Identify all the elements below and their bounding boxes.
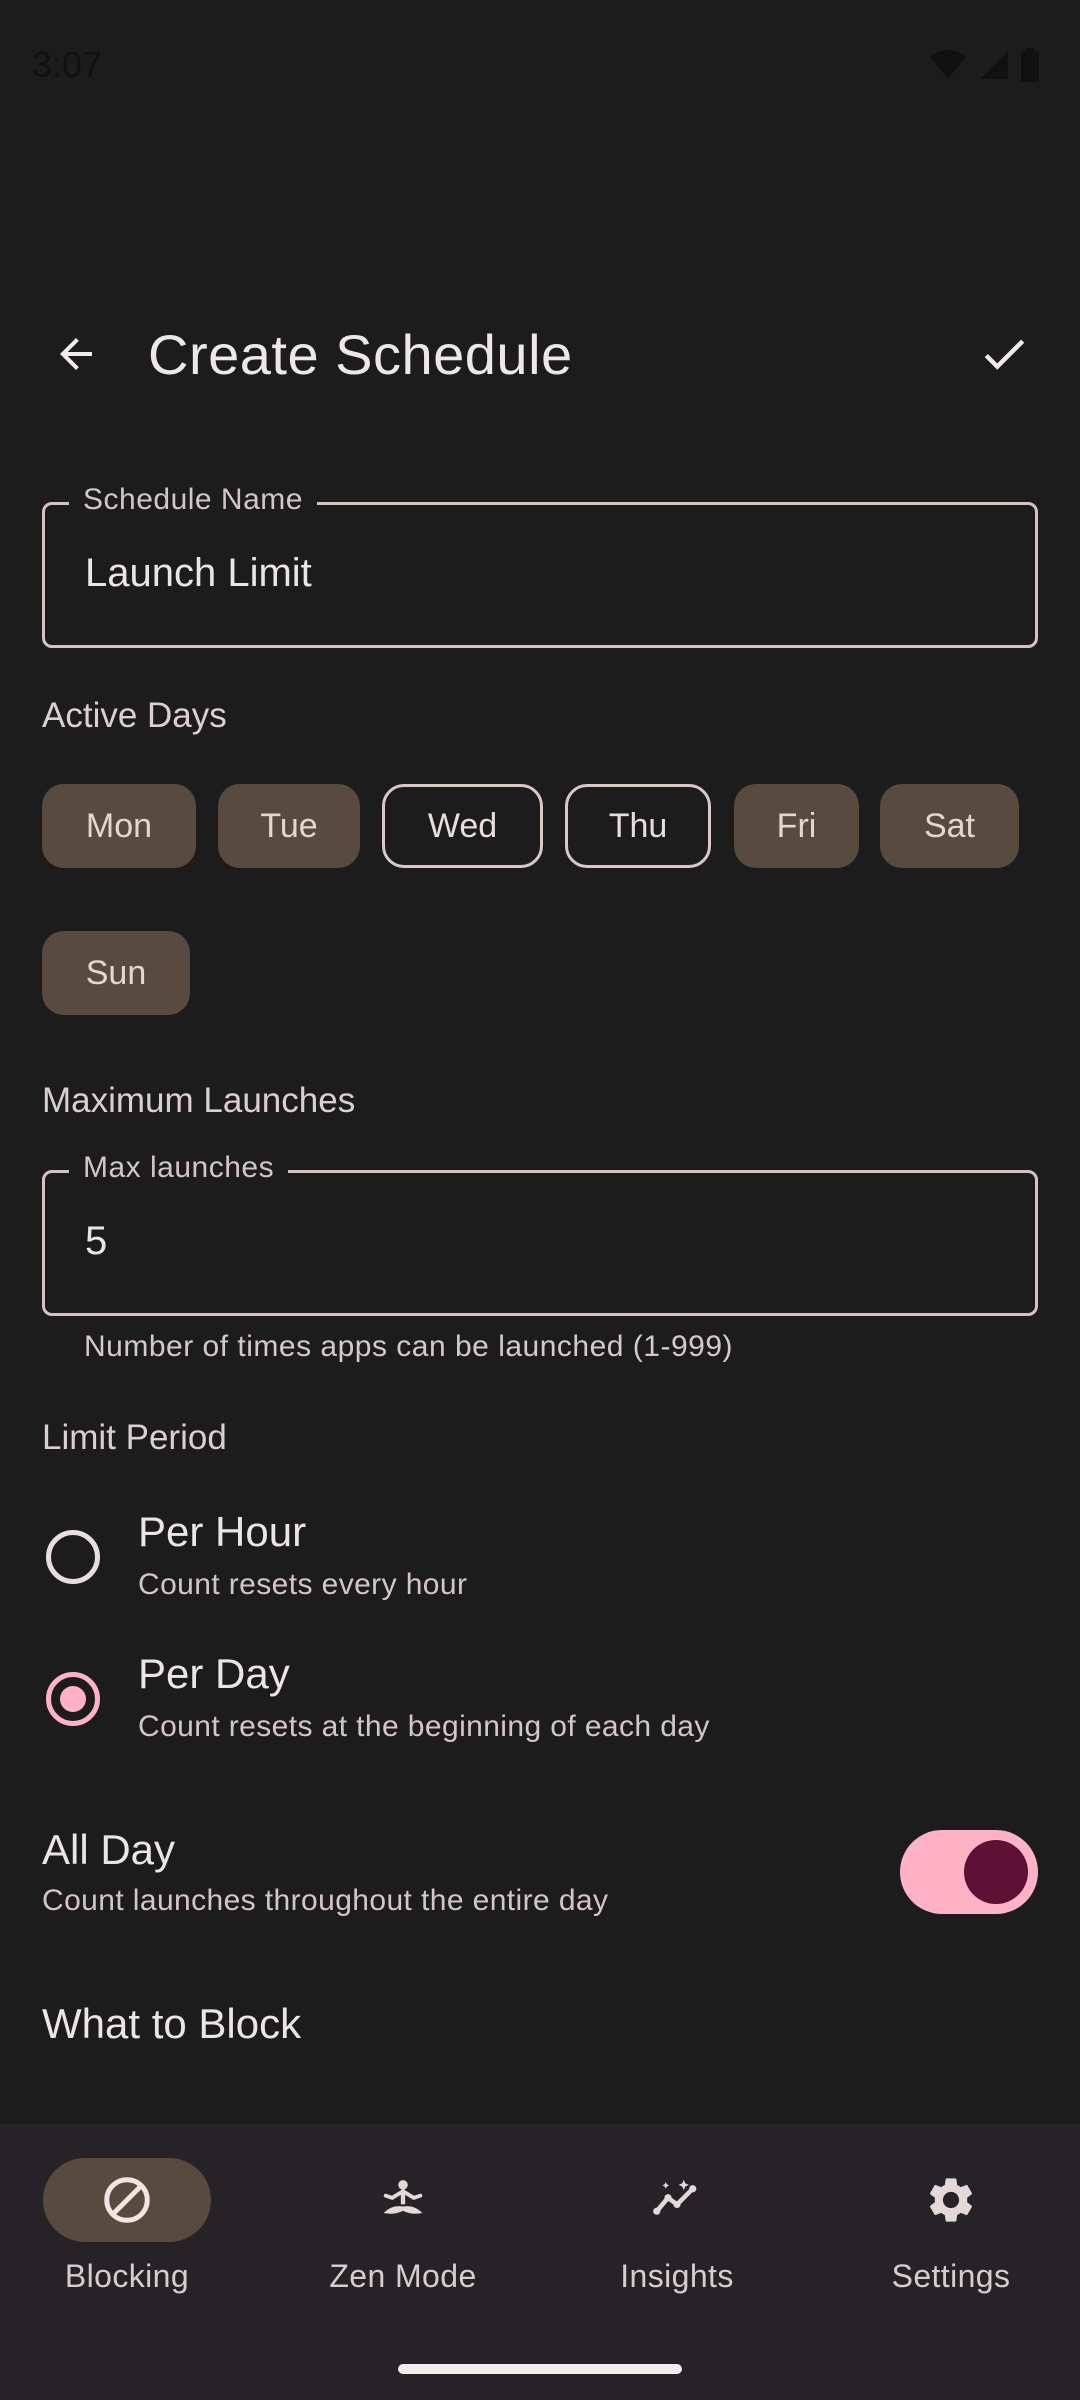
radio-option-title: Per Hour [138,1508,307,1555]
maximum-launches-label: Maximum Launches [42,1081,356,1120]
nav-indicator [593,2158,761,2242]
status-icons [928,48,1040,82]
status-bar: 3:07 [0,0,1080,130]
day-chip-thu[interactable]: Thu [565,784,711,868]
radio-button[interactable] [46,1530,100,1584]
nav-indicator [319,2158,487,2242]
day-chip-label: Wed [427,806,498,845]
schedule-name-field[interactable]: Schedule Name Launch Limit [42,483,1038,648]
nav-label: Blocking [64,2258,190,2294]
battery-icon [1021,48,1039,82]
day-chip-label: Fri [776,806,817,845]
radio-option-per-hour[interactable]: Per Hour Count resets every hour [0,1508,1080,1628]
wifi-icon [930,50,966,79]
bottom-navigation: Blocking Zen Mode Insights Settings [0,2124,1080,2400]
nav-item-settings[interactable]: Settings [816,2158,1080,2318]
day-chip-label: Thu [608,806,668,845]
max-launches-field[interactable]: Max launches 5 [42,1151,1038,1316]
nav-indicator [867,2158,1035,2242]
radio-option-title: Per Day [138,1650,290,1697]
gear-icon [929,2178,973,2222]
all-day-switch[interactable] [900,1830,1038,1914]
radio-option-subtitle: Count resets at the beginning of each da… [138,1710,710,1743]
nav-item-insights[interactable]: Insights [542,2158,812,2318]
day-chip-label: Mon [85,806,153,845]
all-day-subtitle: Count launches throughout the entire day [42,1884,609,1917]
all-day-title: All Day [42,1826,176,1873]
page-title: Create Schedule [148,323,573,386]
day-chip-label: Sat [923,806,976,845]
arrow-back-icon [60,338,92,370]
what-to-block-title: What to Block [42,2000,302,2047]
day-chip-label: Sun [85,953,147,992]
nav-label: Zen Mode [329,2258,477,2294]
home-indicator[interactable] [398,2364,682,2374]
radio-option-per-day[interactable]: Per Day Count resets at the beginning of… [0,1650,1080,1770]
schedule-name-value[interactable]: Launch Limit [85,551,312,596]
day-chip-fri[interactable]: Fri [734,784,859,868]
day-chip-tue[interactable]: Tue [218,784,360,868]
app-bar: Create Schedule [0,300,1080,410]
status-time: 3:07 [32,44,103,85]
block-icon [104,2177,150,2223]
switch-thumb [964,1840,1028,1904]
day-chip-label: Tue [260,806,318,845]
nav-label: Settings [891,2258,1011,2294]
all-day-row[interactable]: All Day Count launches throughout the en… [0,1820,1080,1940]
max-launches-value[interactable]: 5 [85,1219,107,1264]
active-days-label: Active Days [42,696,227,735]
meditation-icon [383,2180,423,2214]
schedule-name-label: Schedule Name [69,483,317,517]
nav-label: Insights [620,2258,734,2294]
nav-item-zen-mode[interactable]: Zen Mode [268,2158,538,2318]
limit-period-label: Limit Period [42,1418,227,1457]
save-button[interactable] [968,318,1040,390]
nav-indicator [43,2158,211,2242]
day-chip-sun[interactable]: Sun [42,931,190,1015]
check-icon [984,339,1025,370]
day-chip-wed[interactable]: Wed [382,784,543,868]
radio-option-subtitle: Count resets every hour [138,1568,468,1601]
nav-item-blocking[interactable]: Blocking [0,2158,262,2318]
back-button[interactable] [40,318,112,390]
radio-button[interactable] [46,1672,100,1726]
insights-icon [653,2179,697,2215]
max-launches-label: Max launches [69,1151,289,1185]
max-launches-helper: Number of times apps can be launched (1-… [84,1330,734,1363]
cellular-signal-icon [980,51,1008,79]
day-chip-mon[interactable]: Mon [42,784,196,868]
day-chip-sat[interactable]: Sat [880,784,1019,868]
